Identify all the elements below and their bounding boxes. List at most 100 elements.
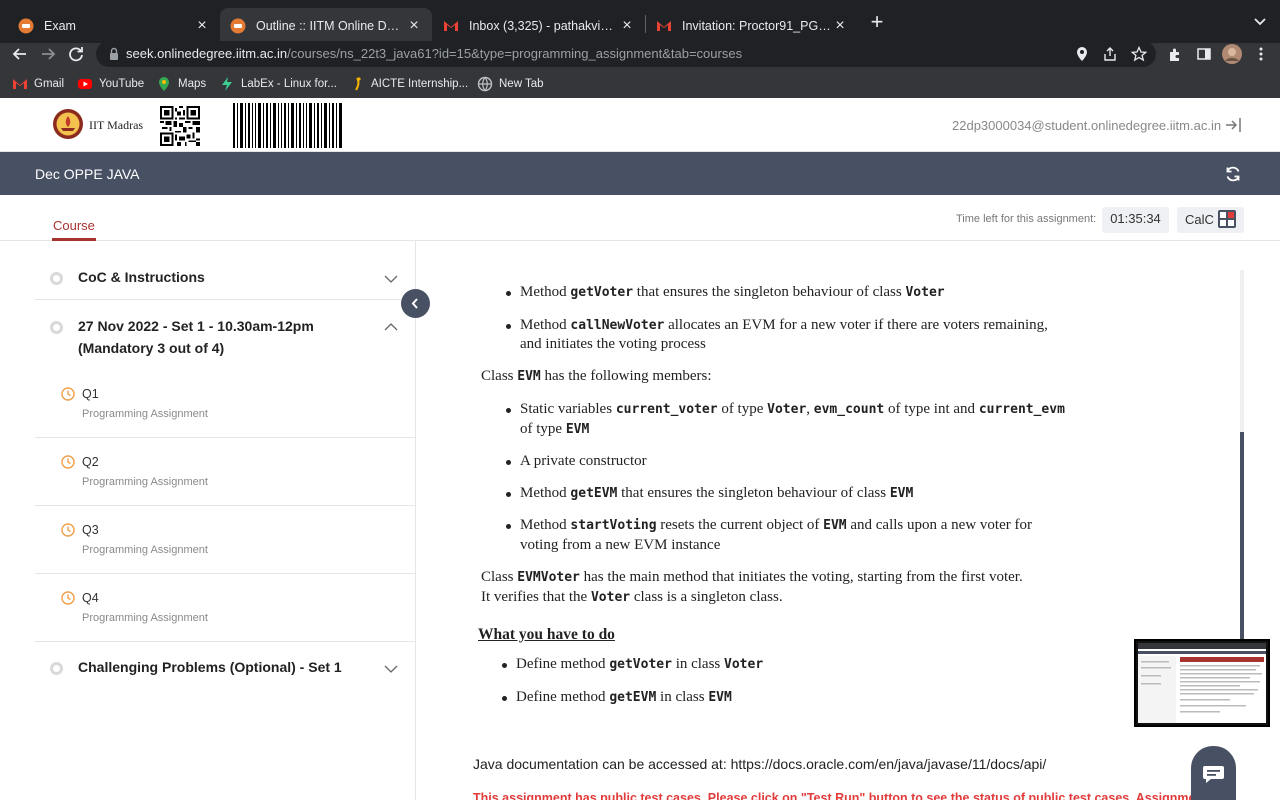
section-coc-title[interactable]: CoC & Instructions <box>78 267 205 288</box>
bookmark-label: YouTube <box>99 78 145 90</box>
divider <box>35 641 415 642</box>
chevron-up-icon[interactable] <box>384 322 398 332</box>
scrollbar-thumb[interactable] <box>1240 432 1244 640</box>
tab-course[interactable]: Course <box>53 218 95 233</box>
divider <box>35 505 415 506</box>
evm-bullet-4-cont: voting from a new EVM instance <box>520 537 721 553</box>
clock-icon <box>61 387 75 401</box>
new-tab-icon[interactable]: + <box>866 11 888 34</box>
url-text[interactable]: seek.onlinedegree.iitm.ac.in/courses/ns_… <box>126 46 742 61</box>
back-icon[interactable] <box>9 43 31 65</box>
share-icon[interactable] <box>1102 46 1118 62</box>
evm-bullet-4: Method startVoting resets the current ob… <box>520 517 1032 533</box>
tab-title: Exam <box>44 18 76 33</box>
todo-item-1: Define method getVoter in class Voter <box>516 656 764 672</box>
browser-tab-invitation[interactable]: Invitation: Proctor91_PGMQ2_ × <box>646 8 858 43</box>
star-icon[interactable] <box>1131 46 1147 62</box>
time-left-label: Time left for this assignment: <box>956 213 1097 225</box>
section-set1-title[interactable]: 27 Nov 2022 - Set 1 - 10.30am-12pm <box>78 316 314 337</box>
tab-title: Inbox (3,325) - pathakvishal13 <box>469 18 619 33</box>
clock-icon <box>61 591 75 605</box>
close-tab-icon[interactable]: × <box>194 17 210 35</box>
bullet <box>506 291 511 296</box>
more-vert-icon[interactable] <box>1253 46 1269 62</box>
evm-bullet-1-cont: of type EVM <box>520 421 590 437</box>
globe-icon <box>477 76 493 92</box>
bookmark-aicte[interactable]: AICTE Internship... <box>349 76 468 92</box>
evmvoter-line-1: Class EVMVoter has the main method that … <box>481 569 1023 585</box>
bookmark-labex[interactable]: LabEx - Linux for... <box>219 76 337 92</box>
bullet <box>502 696 507 701</box>
lock-icon[interactable] <box>106 46 122 62</box>
screen-share-preview[interactable] <box>1134 639 1270 727</box>
course-bar <box>0 152 1280 195</box>
assignment-timer: 01:35:34 <box>1102 207 1169 233</box>
youtube-icon <box>78 79 92 89</box>
assignment-q2-title[interactable]: Q2 <box>82 455 99 469</box>
chevron-down-icon[interactable] <box>1250 14 1270 30</box>
assignment-q3-type: Programming Assignment <box>82 544 208 556</box>
divider <box>35 299 415 300</box>
todo-item-2: Define method getEVM in class EVM <box>516 689 732 705</box>
bookmark-newtab[interactable]: New Tab <box>477 76 544 92</box>
close-tab-icon[interactable]: × <box>406 17 422 35</box>
bookmark-label: Maps <box>178 78 207 90</box>
close-tab-icon[interactable]: × <box>832 17 848 35</box>
extensions-icon[interactable] <box>1167 46 1183 62</box>
user-email: 22dp3000034@student.onlinedegree.iitm.ac… <box>952 118 1222 133</box>
bullet <box>506 408 511 413</box>
logout-icon[interactable] <box>1224 117 1242 133</box>
section-challenging-title[interactable]: Challenging Problems (Optional) - Set 1 <box>78 657 342 678</box>
url-host: seek.onlinedegree.iitm.ac.in <box>126 46 288 61</box>
browser-tab-inbox[interactable]: Inbox (3,325) - pathakvishal13 × <box>433 8 645 43</box>
browser-tab-outline[interactable]: Outline :: IITM Online Degree × <box>220 8 432 43</box>
close-tab-icon[interactable]: × <box>619 17 635 35</box>
refresh-icon[interactable] <box>1224 165 1242 183</box>
chevron-down-icon[interactable] <box>384 274 398 284</box>
bookmark-label: Gmail <box>34 78 65 90</box>
assignment-q1-title[interactable]: Q1 <box>82 387 99 401</box>
voter-bullet-1: Method getVoter that ensures the singlet… <box>520 284 945 300</box>
sidepanel-icon[interactable] <box>1196 46 1212 62</box>
aicte-icon <box>355 77 361 91</box>
bookmark-youtube[interactable]: YouTube <box>77 76 144 92</box>
browser-tab-exam[interactable]: Exam × <box>8 8 220 43</box>
bookmark-label: LabEx - Linux for... <box>241 78 337 90</box>
calculator-icon[interactable] <box>1218 210 1236 228</box>
tab-title: Outline :: IITM Online Degree <box>256 18 406 33</box>
reload-icon[interactable] <box>65 43 87 65</box>
iitm-logo[interactable] <box>52 108 84 140</box>
bullet <box>506 460 511 465</box>
forward-icon[interactable] <box>37 43 59 65</box>
screen-preview-thumbnail <box>1138 643 1266 723</box>
voter-bullet-2: Method callNewVoter allocates an EVM for… <box>520 317 1048 333</box>
profile-avatar[interactable] <box>1222 44 1242 64</box>
assignment-q3-title[interactable]: Q3 <box>82 523 99 537</box>
assignment-q2-type: Programming Assignment <box>82 476 208 488</box>
java-docs-link[interactable]: Java documentation can be accessed at: h… <box>473 756 1046 772</box>
chat-button[interactable] <box>1191 746 1236 800</box>
tab-title: Invitation: Proctor91_PGMQ2_ <box>682 18 832 33</box>
labex-icon <box>222 77 232 91</box>
public-tests-notice: This assignment has public test cases. P… <box>473 791 1196 800</box>
calculator-label: CalC <box>1185 212 1214 227</box>
qr-code <box>160 106 200 146</box>
clock-icon <box>61 455 75 469</box>
evmvoter-line-2: It verifies that the Voter class is a si… <box>481 589 783 605</box>
chevron-down-icon[interactable] <box>384 664 398 674</box>
evm-bullet-2: A private constructor <box>520 453 647 469</box>
location-icon[interactable] <box>1074 46 1090 62</box>
todo-heading: What you have to do <box>478 626 615 643</box>
assignment-q4-title[interactable]: Q4 <box>82 591 99 605</box>
assignment-q4-type: Programming Assignment <box>82 612 208 624</box>
bullet <box>506 324 511 329</box>
bookmark-maps[interactable]: Maps <box>156 76 206 92</box>
section-status-icon <box>50 272 63 285</box>
gmail-icon <box>444 20 458 31</box>
voter-bullet-2-cont: and initiates the voting process <box>520 336 706 352</box>
evm-intro: Class EVM has the following members: <box>481 368 712 384</box>
bullet <box>502 663 507 668</box>
maps-icon <box>159 77 169 91</box>
bookmark-gmail[interactable]: Gmail <box>12 76 64 92</box>
course-title: Dec OPPE JAVA <box>35 166 140 182</box>
